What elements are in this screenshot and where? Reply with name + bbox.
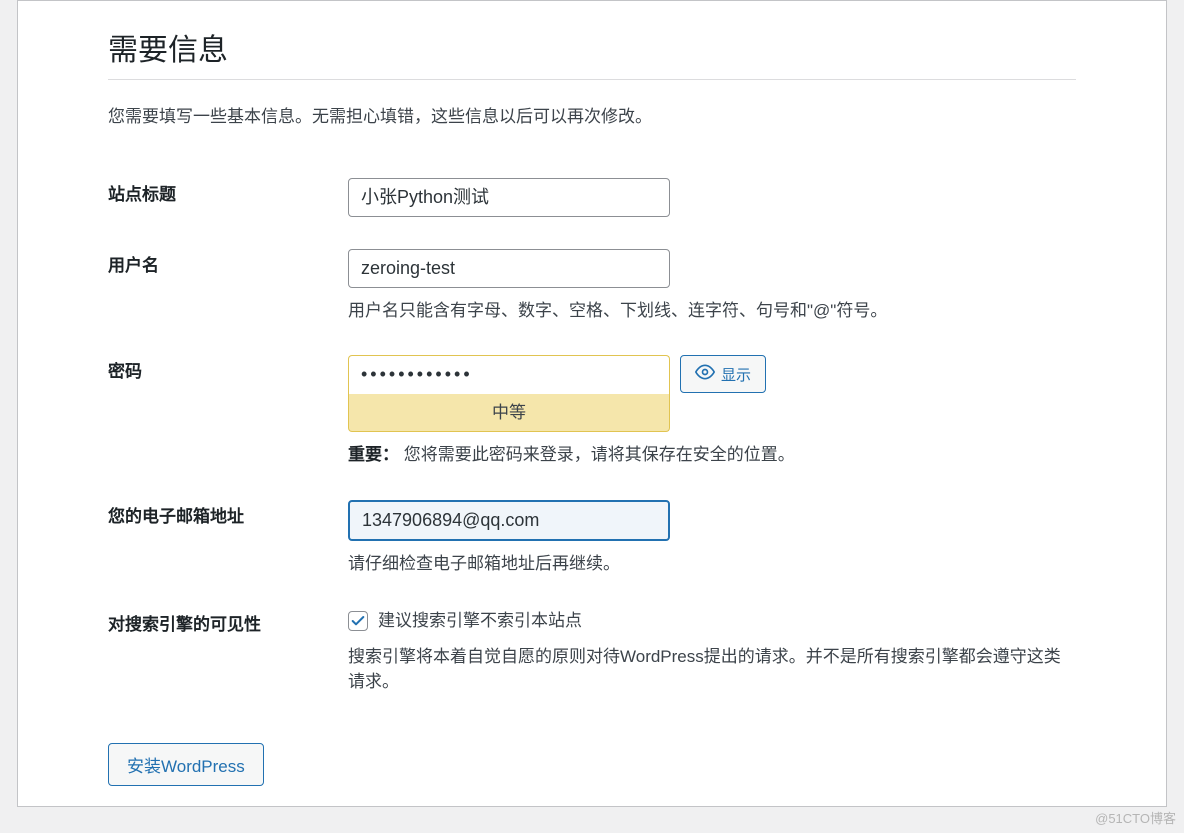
email-hint: 请仔细检查电子邮箱地址后再继续。 — [348, 551, 1066, 577]
install-button[interactable]: 安装WordPress — [108, 743, 264, 786]
search-visibility-checkbox-label[interactable]: 建议搜索引擎不索引本站点 — [378, 608, 582, 634]
intro-text: 您需要填写一些基本信息。无需担心填错，这些信息以后可以再次修改。 — [108, 104, 1076, 130]
site-title-input[interactable] — [348, 178, 670, 217]
username-input[interactable] — [348, 249, 670, 288]
eye-icon — [695, 362, 715, 386]
email-input[interactable] — [348, 500, 670, 541]
page-heading: 需要信息 — [108, 25, 1076, 80]
search-visibility-label: 对搜索引擎的可见性 — [108, 596, 348, 715]
search-visibility-checkbox[interactable] — [348, 611, 368, 631]
username-label: 用户名 — [108, 237, 348, 344]
show-password-label: 显示 — [721, 364, 751, 385]
important-text: 您将需要此密码来登录，请将其保存在安全的位置。 — [404, 445, 795, 464]
password-important-note: 重要： 您将需要此密码来登录，请将其保存在安全的位置。 — [348, 442, 1066, 468]
password-input[interactable] — [348, 355, 670, 393]
site-title-label: 站点标题 — [108, 166, 348, 237]
email-label: 您的电子邮箱地址 — [108, 488, 348, 597]
password-label: 密码 — [108, 343, 348, 487]
watermark: @51CTO博客 — [1095, 808, 1176, 827]
important-label: 重要： — [348, 445, 399, 464]
show-password-button[interactable]: 显示 — [680, 355, 766, 393]
username-hint: 用户名只能含有字母、数字、空格、下划线、连字符、句号和"@"符号。 — [348, 298, 1066, 324]
search-visibility-hint: 搜索引擎将本着自觉自愿的原则对待WordPress提出的请求。并不是所有搜索引擎… — [348, 644, 1066, 695]
install-form: 站点标题 用户名 用户名只能含有字母、数字、空格、下划线、连字符、句号和"@"符… — [108, 166, 1076, 715]
password-strength-meter: 中等 — [348, 394, 670, 433]
